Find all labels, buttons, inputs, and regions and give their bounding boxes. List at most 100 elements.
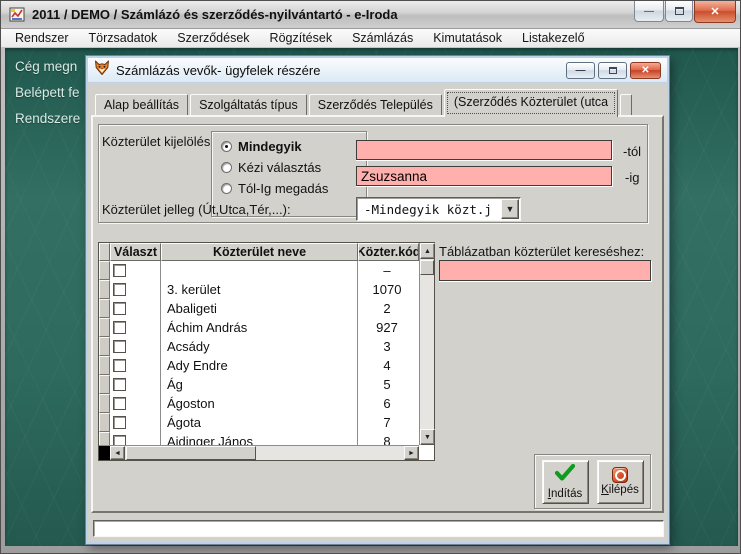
horizontal-scroll-track[interactable] — [125, 446, 404, 460]
scroll-up-icon[interactable]: ▲ — [420, 243, 435, 259]
maximize-icon — [675, 7, 684, 15]
street-name-cell: Áchim András — [161, 318, 358, 337]
horizontal-scroll-thumb[interactable] — [126, 446, 256, 460]
table-row[interactable]: Abaligeti2 — [99, 299, 419, 318]
street-name-cell: Ágota — [161, 413, 358, 432]
close-button[interactable]: ✕ — [694, 1, 736, 23]
menu-item-kimutatasok[interactable]: Kimutatások — [423, 29, 512, 47]
table-row[interactable]: Áchim András927 — [99, 318, 419, 337]
chevron-down-icon[interactable]: ▼ — [501, 199, 519, 219]
row-checkbox[interactable] — [113, 264, 126, 277]
minimize-button[interactable]: — — [634, 1, 664, 22]
dialog-szamlazas: Számlázás vevők- ügyfelek részére — ✕ Al… — [86, 56, 669, 544]
select-cell — [110, 299, 161, 318]
street-code-cell: 4 — [358, 356, 416, 375]
exit-button[interactable]: Kilépés — [597, 460, 644, 504]
tab-alap-beallitas[interactable]: Alap beállítás — [95, 94, 188, 115]
row-checkbox[interactable] — [113, 397, 126, 410]
row-checkbox[interactable] — [113, 321, 126, 334]
to-suffix-label: -ig — [625, 170, 639, 185]
row-selector[interactable] — [99, 280, 110, 299]
sidebar-label-ceg-megn: Cég megn — [15, 59, 95, 74]
maximize-icon — [609, 67, 617, 74]
menu-item-rendszer[interactable]: Rendszer — [5, 29, 79, 47]
street-name-cell: 3. kerület — [161, 280, 358, 299]
table-row[interactable]: Ágoston6 — [99, 394, 419, 413]
search-label: Táblázatban közterület kereséshez: — [439, 244, 644, 259]
row-selector[interactable] — [99, 356, 110, 375]
scroll-down-icon[interactable]: ▼ — [420, 429, 435, 445]
jelleg-dropdown[interactable]: -Mindegyik közt.j ▼ — [356, 197, 521, 221]
row-selector[interactable] — [99, 337, 110, 356]
menu-item-listakezelo[interactable]: Listakezelő — [512, 29, 595, 47]
dialog-close-button[interactable]: ✕ — [630, 62, 661, 79]
menu-item-szerzodesek[interactable]: Szerződések — [167, 29, 259, 47]
row-checkbox[interactable] — [113, 302, 126, 315]
table-row[interactable]: – — [99, 261, 419, 280]
radio-option-tol-ig-megadas[interactable]: Tól-Ig megadás — [221, 181, 357, 196]
scroll-right-icon[interactable]: ► — [404, 446, 419, 460]
vertical-scrollbar[interactable]: ▲ ▼ — [419, 243, 434, 445]
menu-item-szamlazas[interactable]: Számlázás — [342, 29, 423, 47]
street-name-cell — [161, 261, 358, 280]
jelleg-dropdown-value: -Mindegyik közt.j — [357, 202, 501, 217]
foxpro-fox-icon — [94, 60, 110, 81]
table-row[interactable]: Aidinger János8 — [99, 432, 419, 445]
tab-szerzodes-telepules[interactable]: Szerződés Település — [309, 94, 442, 115]
street-table: Választ Közterület neve Közter.kód –3. k… — [98, 242, 435, 461]
row-checkbox[interactable] — [113, 416, 126, 429]
dialog-window-controls: — ✕ — [566, 62, 661, 79]
tab-szerzodes-kozterulet-utca[interactable]: (Szerződés Közterület (utca — [444, 89, 618, 117]
row-checkbox[interactable] — [113, 340, 126, 353]
sidebar-label-belepett-fe: Belépett fe — [15, 85, 95, 100]
table-row[interactable]: Acsády3 — [99, 337, 419, 356]
table-row[interactable]: Ág5 — [99, 375, 419, 394]
horizontal-scrollbar[interactable]: ◄ ► — [99, 445, 419, 460]
select-cell — [110, 375, 161, 394]
radio-option-label: Tól-Ig megadás — [238, 181, 328, 196]
column-header-valaszt: Választ — [110, 243, 161, 261]
dialog-status-field[interactable] — [93, 520, 664, 537]
row-selector[interactable] — [99, 261, 110, 280]
minimize-icon: — — [576, 65, 586, 76]
table-row[interactable]: Ágota7 — [99, 413, 419, 432]
row-checkbox[interactable] — [113, 359, 126, 372]
maximize-button[interactable] — [665, 1, 693, 22]
from-input[interactable] — [356, 140, 612, 160]
dialog-maximize-button[interactable] — [598, 62, 627, 79]
row-checkbox[interactable] — [113, 283, 126, 296]
row-selector[interactable] — [99, 394, 110, 413]
sidebar-info: Cég megnBelépett feRendszere — [15, 59, 95, 137]
search-input[interactable] — [439, 260, 651, 281]
menu-item-torzsadatok[interactable]: Törzsadatok — [79, 29, 168, 47]
street-code-cell: – — [358, 261, 416, 280]
street-code-cell: 2 — [358, 299, 416, 318]
select-cell — [110, 356, 161, 375]
scroll-left-icon[interactable]: ◄ — [110, 446, 125, 460]
vertical-scroll-thumb[interactable] — [420, 260, 434, 275]
select-cell — [110, 280, 161, 299]
radio-option-kezi-valasztas[interactable]: Kézi választás — [221, 160, 357, 175]
row-selector[interactable] — [99, 413, 110, 432]
radio-icon — [221, 162, 232, 173]
selector-column-header — [99, 243, 110, 261]
tab-szolgaltatas-tipus[interactable]: Szolgáltatás típus — [190, 94, 307, 115]
row-checkbox[interactable] — [113, 378, 126, 391]
radio-option-mindegyik[interactable]: Mindegyik — [221, 139, 357, 154]
row-selector[interactable] — [99, 432, 110, 445]
row-selector[interactable] — [99, 318, 110, 337]
main-window-titlebar: 2011 / DEMO / Számlázó és szerződés-nyil… — [1, 1, 741, 29]
row-selector[interactable] — [99, 299, 110, 318]
street-name-cell: Ady Endre — [161, 356, 358, 375]
table-row[interactable]: 3. kerület1070 — [99, 280, 419, 299]
table-row[interactable]: Ady Endre4 — [99, 356, 419, 375]
row-checkbox[interactable] — [113, 435, 126, 445]
start-button[interactable]: Indítás — [542, 460, 589, 504]
street-code-cell: 6 — [358, 394, 416, 413]
select-cell — [110, 394, 161, 413]
street-code-cell: 7 — [358, 413, 416, 432]
menu-item-rogzitesek[interactable]: Rögzítések — [260, 29, 343, 47]
to-input[interactable] — [356, 166, 612, 186]
row-selector[interactable] — [99, 375, 110, 394]
dialog-minimize-button[interactable]: — — [566, 62, 595, 79]
